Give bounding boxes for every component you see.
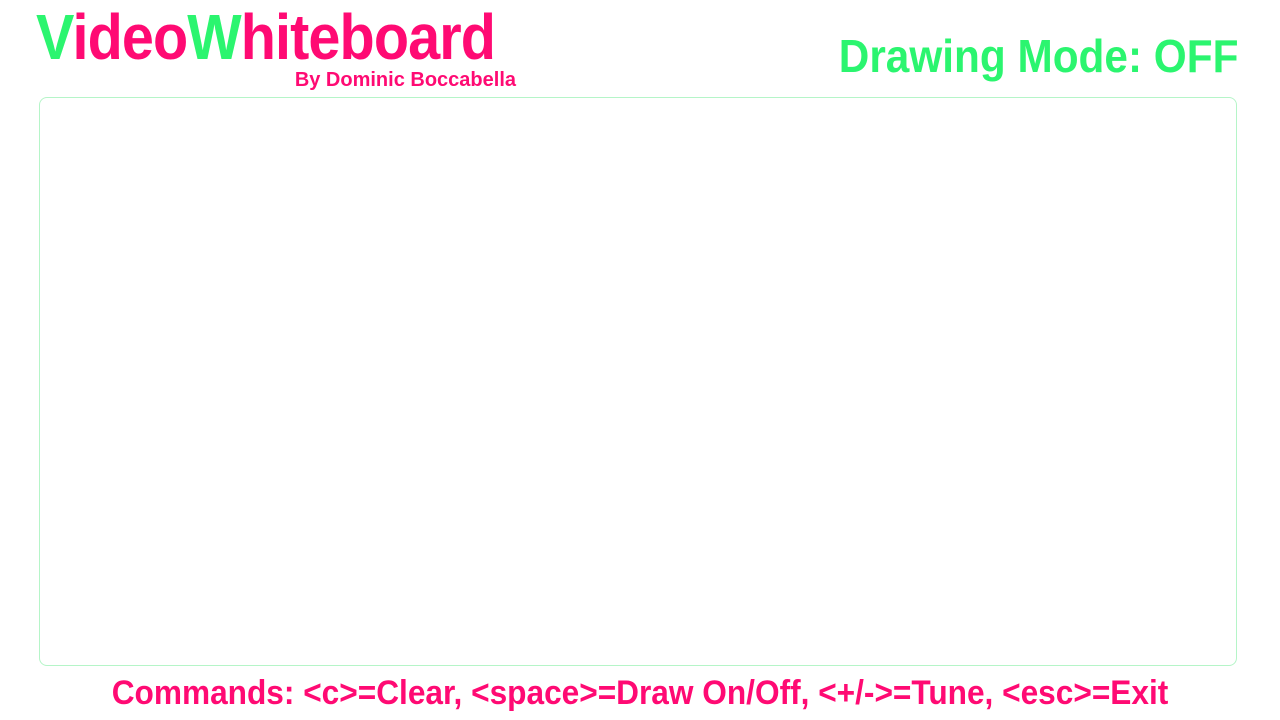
commands-help-text: Commands: <c>=Clear, <space>=Draw On/Off… (111, 674, 1169, 712)
whiteboard-canvas[interactable] (39, 97, 1237, 666)
app-title: VideoWhiteboard (36, 1, 496, 73)
author-byline: By Dominic Boccabella (294, 69, 516, 91)
drawing-mode-status: Drawing Mode: OFF (838, 30, 1238, 82)
title-letter-w: W (187, 1, 241, 73)
title-word-ideo: ideo (72, 1, 188, 73)
title-word-hiteboard: hiteboard (240, 1, 496, 73)
video-whiteboard-app: VideoWhiteboard By Dominic Boccabella Dr… (0, 0, 1280, 720)
title-letter-v: V (36, 1, 73, 73)
